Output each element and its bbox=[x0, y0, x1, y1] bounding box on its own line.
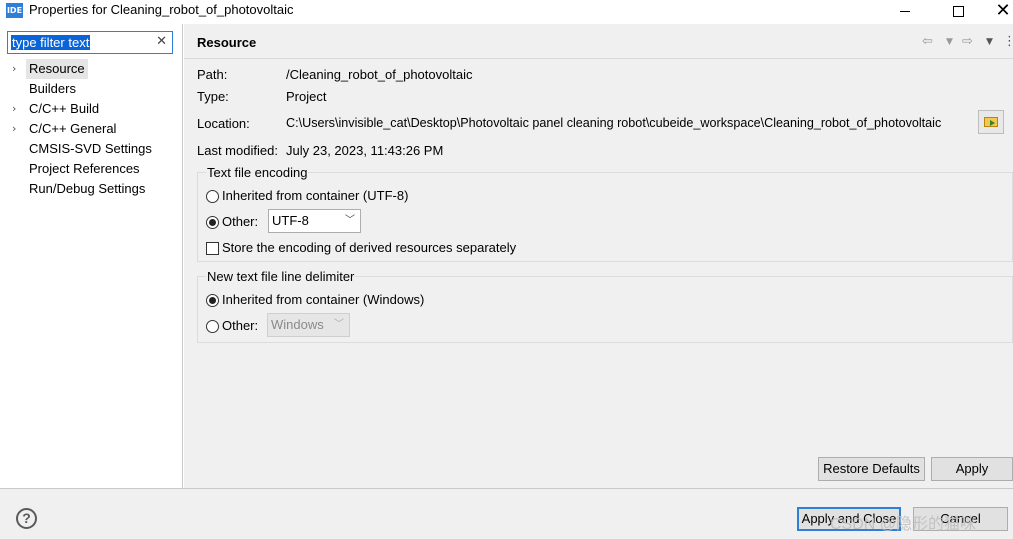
radio-off-icon[interactable] bbox=[206, 320, 219, 333]
radio-off-icon[interactable] bbox=[206, 190, 219, 203]
tree-item-cmsis-svd-settings[interactable]: CMSIS-SVD Settings bbox=[10, 139, 170, 159]
resource-page: Resource ⇦ ▼ ⇨ ▼ ⋮ Path: /Cleaning_robot… bbox=[184, 24, 1013, 488]
maximize-button[interactable] bbox=[935, 0, 981, 22]
maximize-icon bbox=[952, 5, 964, 17]
window-title: Properties for Cleaning_robot_of_photovo… bbox=[29, 2, 294, 17]
tree-item-label: C/C++ Build bbox=[29, 101, 100, 116]
folder-arrow-icon bbox=[984, 117, 998, 127]
chevron-right-icon[interactable]: › bbox=[12, 99, 22, 119]
back-arrow-icon[interactable]: ⇦ bbox=[922, 34, 933, 49]
delimiter-select: Windows ﹀ bbox=[267, 313, 350, 337]
minimize-icon bbox=[900, 10, 910, 12]
checkbox-icon[interactable] bbox=[206, 242, 219, 255]
path-value: /Cleaning_robot_of_photovoltaic bbox=[286, 67, 473, 82]
encoding-other-label: Other: bbox=[222, 214, 259, 229]
chevron-right-icon[interactable]: › bbox=[12, 59, 22, 79]
store-encoding-label: Store the encoding of derived resources … bbox=[222, 240, 517, 255]
location-label: Location: bbox=[197, 116, 250, 131]
chevron-down-icon: ﹀ bbox=[345, 215, 355, 226]
last-modified-value: July 23, 2023, 11:43:26 PM bbox=[286, 143, 444, 158]
tree-item-label: Builders bbox=[29, 81, 76, 96]
radio-on-icon[interactable] bbox=[206, 216, 219, 229]
encoding-inherited-label: Inherited from container (UTF-8) bbox=[222, 188, 409, 203]
path-label: Path: bbox=[197, 67, 228, 82]
encoding-select-value: UTF-8 bbox=[272, 213, 309, 228]
tree-item-label: Resource bbox=[26, 59, 88, 79]
forward-arrow-icon[interactable]: ⇨ bbox=[962, 34, 973, 49]
tree-item-builders[interactable]: Builders bbox=[10, 79, 170, 99]
page-title: Resource bbox=[197, 35, 257, 50]
filter-input[interactable]: type filter text ✕ bbox=[7, 31, 173, 54]
tree-item-run-debug-settings[interactable]: Run/Debug Settings bbox=[10, 179, 170, 199]
help-icon[interactable]: ? bbox=[16, 508, 37, 529]
radio-on-icon[interactable] bbox=[206, 294, 219, 307]
show-in-explorer-button[interactable] bbox=[978, 110, 1004, 134]
tree-item-label: CMSIS-SVD Settings bbox=[29, 141, 152, 156]
filter-input-text[interactable]: type filter text bbox=[11, 35, 91, 50]
type-label: Type: bbox=[197, 89, 229, 104]
tree-item-label: Project References bbox=[29, 161, 140, 176]
tree-item-resource[interactable]: › Resource bbox=[10, 59, 170, 79]
ide-app-icon: IDE bbox=[6, 3, 23, 18]
forward-menu-chevron-icon[interactable]: ▼ bbox=[986, 37, 993, 47]
text-encoding-group: Text file encoding Inherited from contai… bbox=[197, 165, 1013, 262]
chevron-down-icon: ﹀ bbox=[334, 319, 344, 330]
tree-item-label: C/C++ General bbox=[29, 121, 117, 136]
title-bar: IDE Properties for Cleaning_robot_of_pho… bbox=[0, 0, 1013, 22]
cancel-button[interactable]: Cancel bbox=[913, 507, 1008, 531]
delimiter-inherited-label: Inherited from container (Windows) bbox=[222, 292, 425, 307]
tree-item-project-references[interactable]: Project References bbox=[10, 159, 170, 179]
line-delimiter-group: New text file line delimiter Inherited f… bbox=[197, 269, 1013, 343]
encoding-select[interactable]: UTF-8 ﹀ bbox=[268, 209, 361, 233]
tree-item-cpp-general[interactable]: › C/C++ General bbox=[10, 119, 170, 139]
apply-button[interactable]: Apply bbox=[931, 457, 1013, 481]
delimiter-other-label: Other: bbox=[222, 318, 259, 333]
text-encoding-title: Text file encoding bbox=[206, 165, 309, 180]
back-menu-chevron-icon[interactable]: ▼ bbox=[946, 37, 953, 47]
chevron-right-icon[interactable]: › bbox=[12, 119, 22, 139]
location-value: C:\Users\invisible_cat\Desktop\Photovolt… bbox=[286, 116, 942, 130]
clear-filter-icon[interactable]: ✕ bbox=[156, 34, 167, 49]
last-modified-label: Last modified: bbox=[197, 143, 278, 158]
more-menu-icon[interactable]: ⋮ bbox=[1003, 34, 1013, 49]
dialog-button-bar: ? Apply and Close Cancel CSDN @隐形的猫咪 bbox=[0, 488, 1013, 539]
restore-defaults-button[interactable]: Restore Defaults bbox=[818, 457, 925, 481]
close-window-button[interactable]: ✕ bbox=[980, 0, 1013, 22]
page-header: Resource ⇦ ▼ ⇨ ▼ ⋮ bbox=[184, 24, 1013, 59]
minimize-button[interactable] bbox=[882, 0, 928, 22]
type-value: Project bbox=[286, 89, 327, 104]
apply-and-close-button[interactable]: Apply and Close bbox=[797, 507, 901, 531]
line-delimiter-title: New text file line delimiter bbox=[206, 269, 356, 284]
close-icon: ✕ bbox=[995, 0, 1011, 21]
tree-item-cpp-build[interactable]: › C/C++ Build bbox=[10, 99, 170, 119]
delimiter-select-value: Windows bbox=[271, 317, 324, 332]
tree-item-label: Run/Debug Settings bbox=[29, 181, 146, 196]
property-pages-panel: type filter text ✕ › Resource Builders ›… bbox=[0, 24, 183, 488]
